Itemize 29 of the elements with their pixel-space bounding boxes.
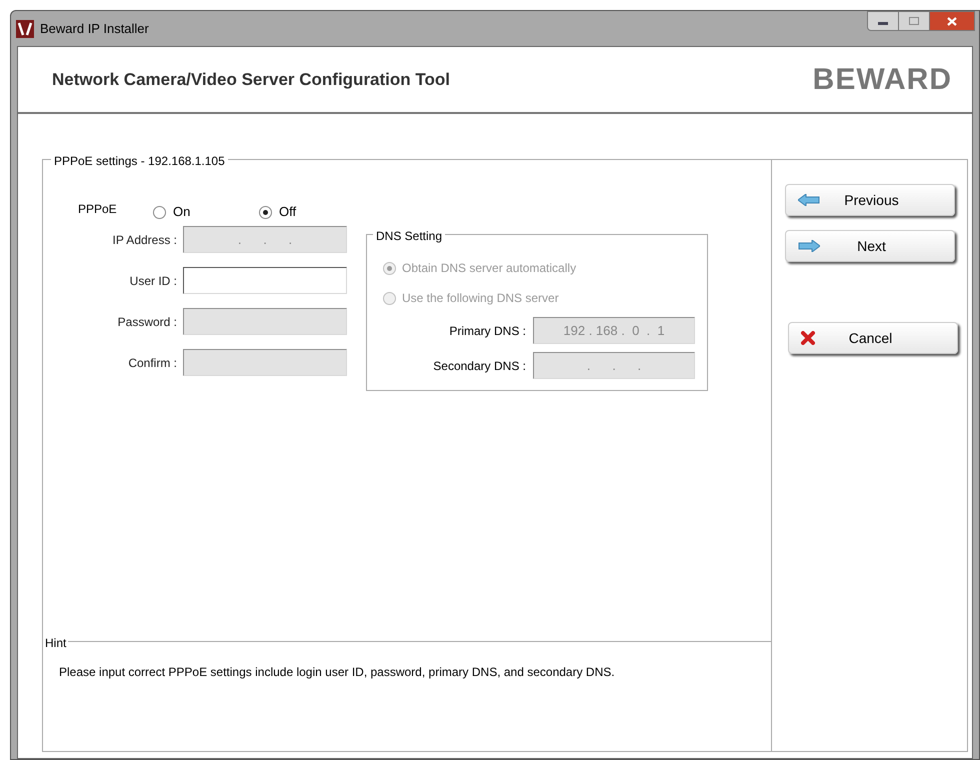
- window-title: Beward IP Installer: [40, 20, 149, 38]
- radio-label: On: [173, 203, 190, 222]
- left-arrow-icon: [798, 194, 820, 206]
- cancel-button[interactable]: Cancel: [788, 322, 958, 354]
- next-button[interactable]: Next: [784, 230, 954, 262]
- minimize-button[interactable]: [867, 11, 899, 31]
- header-title: Network Camera/Video Server Configuration Tool: [52, 68, 450, 91]
- radio-label: Obtain DNS server automatically: [402, 260, 576, 277]
- radio-label: Use the following DNS server: [402, 290, 559, 307]
- radio-button[interactable]: [259, 206, 272, 218]
- pppoe-label: PPPoE: [78, 201, 118, 218]
- field-label: Secondary DNS :: [432, 358, 527, 374]
- radio-button[interactable]: [153, 206, 166, 218]
- close-icon: [800, 331, 814, 345]
- app-logo-icon: [16, 20, 34, 38]
- previous-button[interactable]: Previous: [784, 184, 954, 216]
- hint-text: Please input correct PPPoE settings include login user ID, password, primary DNS, and secondary DNS.: [59, 665, 615, 679]
- input-field[interactable]: [183, 267, 347, 294]
- field-label: IP Address :: [112, 232, 178, 248]
- radio-label: Off: [279, 203, 296, 222]
- brand-logo: BEWARD: [812, 62, 952, 98]
- field-label: Primary DNS :: [448, 322, 527, 340]
- field-label: Password :: [116, 314, 178, 330]
- maximize-button[interactable]: [899, 11, 929, 31]
- field-label: User ID :: [128, 272, 178, 290]
- right-arrow-icon: [798, 240, 820, 252]
- close-icon: [947, 16, 957, 26]
- field-label: Confirm :: [127, 354, 178, 372]
- close-button[interactable]: [929, 11, 975, 31]
